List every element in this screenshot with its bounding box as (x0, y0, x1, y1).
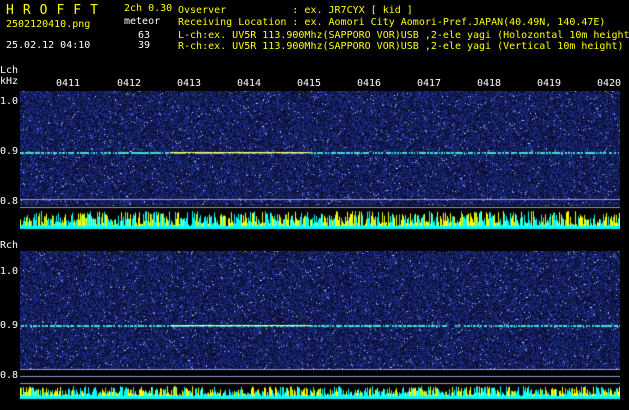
freq-tick: 0.9 (0, 320, 19, 331)
timestamp-label: 25.02.12 04:10 (6, 40, 91, 51)
freq-tick: 0.8 (0, 196, 19, 207)
time-tick-0412: 0412 (117, 78, 142, 89)
observer-line: Ovserver : ex. JR7CYX [ kid ] (178, 5, 413, 16)
time-tick-0414: 0414 (237, 78, 262, 89)
time-tick-0418: 0418 (477, 78, 502, 89)
meteor-label: meteor (124, 16, 161, 27)
time-tick-0420: 0420 (597, 78, 622, 89)
rch-setup-line: R-ch:ex. UV5R 113.900Mhz(SAPPORO VOR)USB… (178, 41, 624, 52)
time-tick-0416: 0416 (357, 78, 382, 89)
freq-tick: 0.9 (0, 146, 19, 157)
lch-setup-line: L-ch:ex. UV5R 113.900Mhz(SAPPORO VOR)USB… (178, 30, 629, 41)
app-title: HROFFT (6, 3, 107, 18)
rch-spectrogram (20, 251, 620, 401)
freq-tick: 0.8 (0, 370, 19, 381)
lch-label: Lch (0, 65, 19, 76)
version-label: 2ch 0.30 (124, 3, 173, 14)
location-line: Receiving Location : ex. Aomori City Aom… (178, 17, 606, 28)
freq-tick: 1.0 (0, 266, 19, 277)
freq-tick: 1.0 (0, 96, 19, 107)
time-tick-0417: 0417 (417, 78, 442, 89)
time-tick-0411: 0411 (56, 78, 81, 89)
khz-label: kHz (0, 76, 19, 87)
time-tick-0413: 0413 (177, 78, 202, 89)
time-tick-0415: 0415 (297, 78, 322, 89)
lch-spectrogram (20, 91, 620, 231)
time-tick-0419: 0419 (537, 78, 562, 89)
rch-label: Rch (0, 240, 19, 251)
filename-label: 2502120410.png (6, 19, 91, 30)
r-meteor-count: 39 (138, 40, 151, 51)
